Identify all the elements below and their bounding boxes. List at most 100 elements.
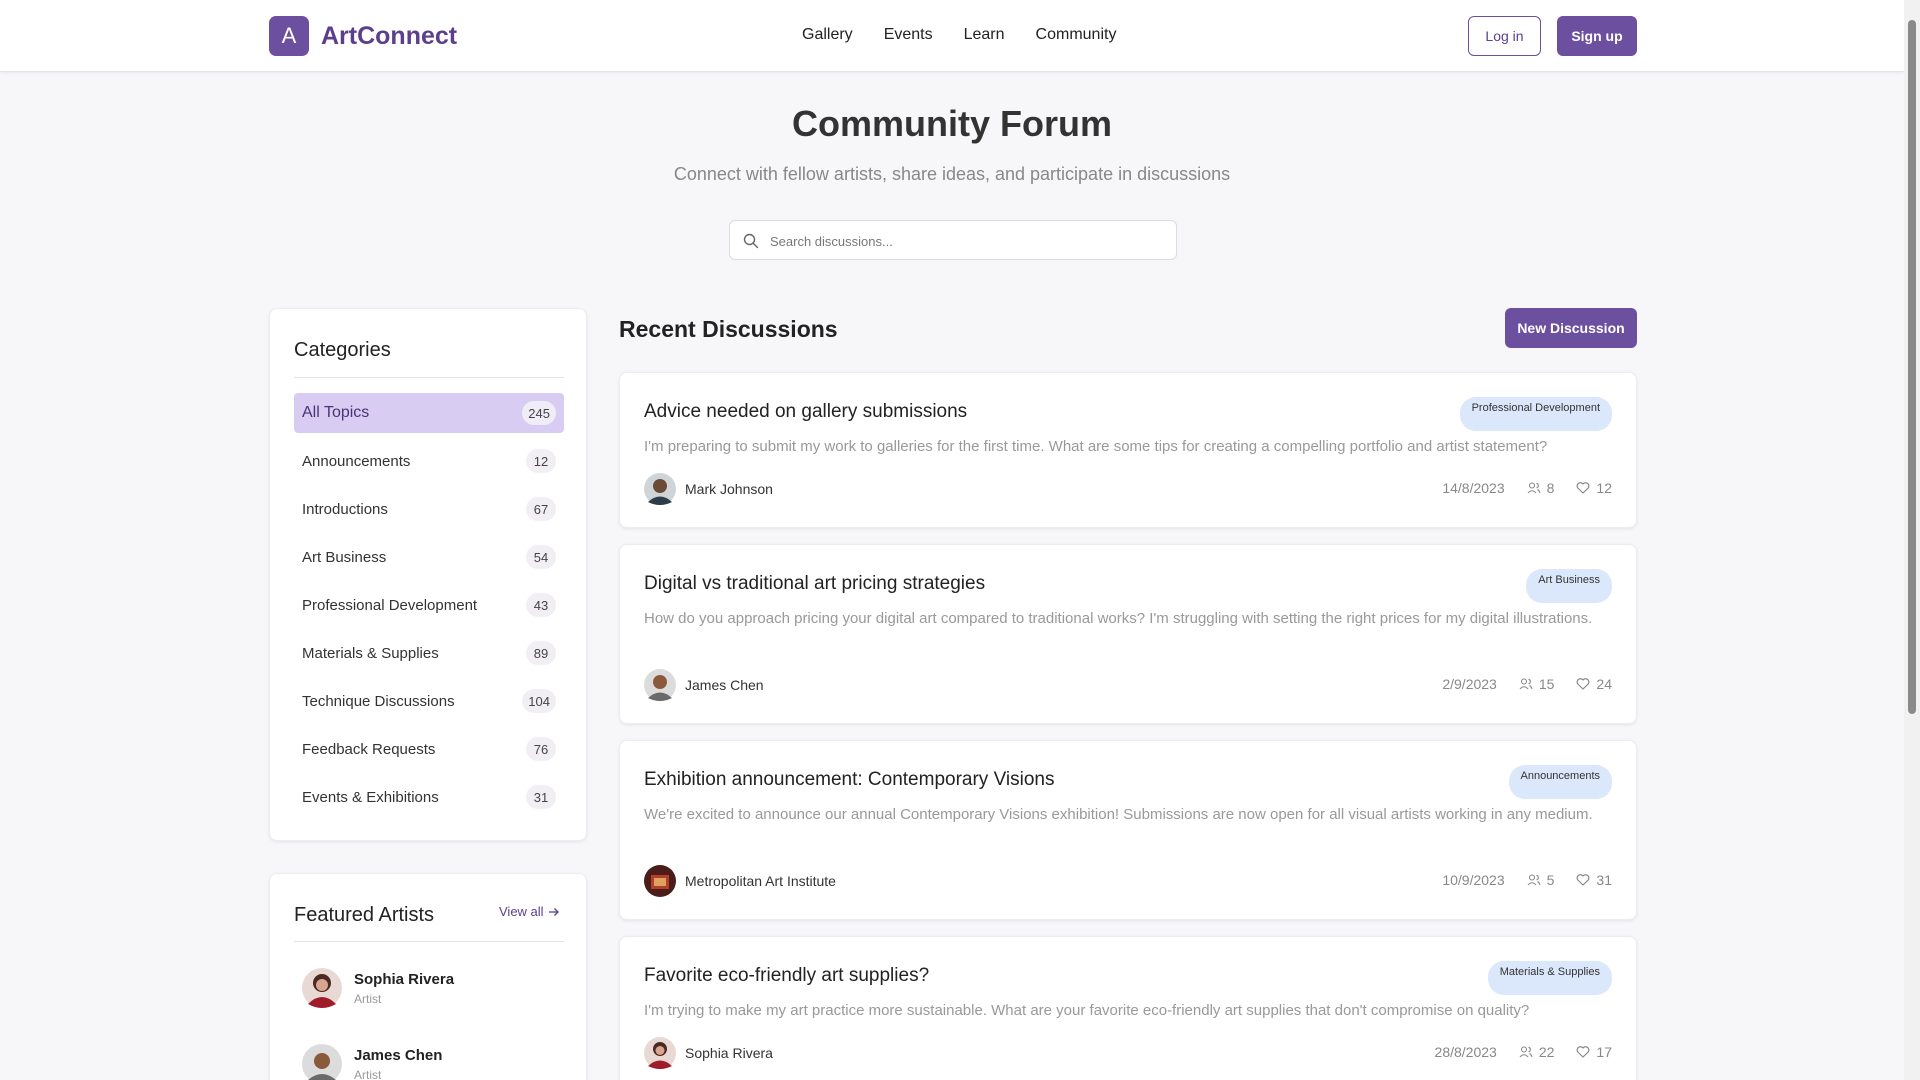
artist-role: Artist — [354, 991, 382, 1006]
page-title: Community Forum — [792, 103, 1112, 144]
divider — [294, 941, 564, 942]
brand-name[interactable]: ArtConnect — [321, 22, 457, 51]
discussion-card[interactable]: Exhibition announcement: Contemporary Vi… — [619, 740, 1637, 920]
category-label: Art Business — [302, 548, 387, 566]
category-announcements[interactable]: Announcements 12 — [294, 441, 564, 481]
category-art-business[interactable]: Art Business 54 — [294, 537, 564, 577]
users-icon — [1519, 678, 1533, 690]
nav-gallery[interactable]: Gallery — [802, 26, 853, 44]
nav-community[interactable]: Community — [1036, 26, 1117, 44]
nav-learn[interactable]: Learn — [964, 26, 1005, 44]
category-label: Feedback Requests — [302, 740, 436, 758]
category-count: 31 — [526, 785, 556, 809]
post-date: 2/9/2023 — [1442, 676, 1497, 692]
post-excerpt: I'm trying to make my art practice more … — [644, 1002, 1530, 1019]
page-scrollbar[interactable] — [1904, 0, 1920, 1080]
avatar — [644, 473, 676, 505]
category-count: 67 — [526, 497, 556, 521]
category-count: 104 — [522, 689, 556, 713]
categories-title: Categories — [294, 339, 391, 361]
avatar — [302, 1044, 342, 1080]
featured-artist[interactable]: Sophia Rivera Artist — [302, 968, 454, 1008]
like-count: 12 — [1596, 480, 1612, 496]
avatar — [644, 1037, 676, 1069]
category-count: 54 — [526, 545, 556, 569]
member-count: 8 — [1546, 480, 1555, 496]
avatar — [644, 865, 676, 897]
author-name: Sophia Rivera — [685, 1045, 773, 1061]
featured-artist[interactable]: James Chen Artist — [302, 1044, 442, 1080]
post-category-badge: Art Business — [1526, 569, 1612, 603]
page-subtitle: Connect with fellow artists, share ideas… — [673, 164, 1231, 184]
author-name: Metropolitan Art Institute — [685, 873, 836, 889]
new-discussion-button[interactable]: New Discussion — [1505, 308, 1637, 348]
category-technique-discussions[interactable]: Technique Discussions 104 — [294, 681, 564, 721]
post-author[interactable]: Metropolitan Art Institute — [644, 865, 836, 897]
logo-icon[interactable]: A — [269, 16, 309, 56]
artist-name: Sophia Rivera — [354, 970, 455, 988]
view-all-label: View all — [499, 904, 544, 919]
users-icon — [1527, 482, 1541, 494]
post-title[interactable]: Digital vs traditional art pricing strat… — [644, 573, 985, 595]
category-count: 12 — [526, 449, 556, 473]
member-count: 15 — [1538, 676, 1555, 692]
category-count: 76 — [526, 737, 556, 761]
post-author[interactable]: Sophia Rivera — [644, 1037, 773, 1069]
search-box — [729, 220, 1177, 260]
category-introductions[interactable]: Introductions 67 — [294, 489, 564, 529]
category-feedback-requests[interactable]: Feedback Requests 76 — [294, 729, 564, 769]
featured-artists-card: Featured Artists View all Sophia Rivera … — [269, 873, 587, 1080]
author-name: James Chen — [685, 677, 764, 693]
category-label: All Topics — [302, 404, 370, 421]
category-all-topics[interactable]: All Topics 245 — [294, 393, 564, 433]
category-events-exhibitions[interactable]: Events & Exhibitions 31 — [294, 777, 564, 817]
recent-discussions-title: Recent Discussions — [619, 316, 838, 342]
category-professional-development[interactable]: Professional Development 43 — [294, 585, 564, 625]
heart-icon[interactable] — [1576, 481, 1590, 495]
post-author[interactable]: Mark Johnson — [644, 473, 773, 505]
category-label: Professional Development — [302, 596, 478, 614]
post-title[interactable]: Advice needed on gallery submissions — [644, 401, 967, 423]
post-excerpt: How do you approach pricing your digital… — [644, 610, 1593, 627]
heart-icon[interactable] — [1576, 873, 1590, 887]
post-meta: 2/9/2023 15 24 — [1442, 676, 1612, 692]
post-meta: 10/9/2023 5 31 — [1442, 872, 1612, 888]
search-input[interactable] — [770, 230, 1160, 252]
top-header: A ArtConnect Gallery Events Learn Commun… — [0, 0, 1904, 72]
post-title[interactable]: Exhibition announcement: Contemporary Vi… — [644, 769, 1055, 791]
discussion-card[interactable]: Digital vs traditional art pricing strat… — [619, 544, 1637, 724]
users-icon — [1527, 874, 1541, 886]
post-date: 14/8/2023 — [1442, 480, 1505, 496]
post-category-badge: Announcements — [1508, 765, 1612, 799]
login-button[interactable]: Log in — [1468, 16, 1541, 56]
post-date: 10/9/2023 — [1442, 872, 1505, 888]
main-nav: Gallery Events Learn Community — [802, 26, 1116, 44]
post-meta: 28/8/2023 22 17 — [1435, 1044, 1612, 1060]
category-label: Events & Exhibitions — [302, 788, 439, 806]
category-count: 43 — [526, 593, 556, 617]
arrow-right-icon — [548, 907, 559, 916]
category-label: Materials & Supplies — [302, 644, 439, 662]
nav-events[interactable]: Events — [884, 26, 933, 44]
avatar — [302, 968, 342, 1008]
category-count: 245 — [522, 401, 556, 425]
post-author[interactable]: James Chen — [644, 669, 764, 701]
post-title[interactable]: Favorite eco-friendly art supplies? — [644, 965, 929, 987]
member-count: 22 — [1538, 1044, 1555, 1060]
author-name: Mark Johnson — [685, 481, 773, 497]
category-materials-supplies[interactable]: Materials & Supplies 89 — [294, 633, 564, 673]
discussion-card[interactable]: Advice needed on gallery submissions Pro… — [619, 372, 1637, 528]
signup-button[interactable]: Sign up — [1557, 16, 1637, 56]
post-excerpt: We're excited to announce our annual Con… — [644, 806, 1593, 823]
view-all-link[interactable]: View all — [499, 904, 560, 919]
member-count: 5 — [1546, 872, 1555, 888]
search-icon — [743, 233, 759, 249]
heart-icon[interactable] — [1576, 677, 1590, 691]
post-date: 28/8/2023 — [1434, 1044, 1497, 1060]
discussion-card[interactable]: Favorite eco-friendly art supplies? Mate… — [619, 936, 1637, 1080]
post-category-badge: Professional Development — [1459, 397, 1612, 431]
users-icon — [1519, 1046, 1533, 1058]
heart-icon[interactable] — [1576, 1045, 1590, 1059]
category-label: Introductions — [302, 500, 388, 518]
scrollbar-thumb[interactable] — [1908, 20, 1916, 714]
